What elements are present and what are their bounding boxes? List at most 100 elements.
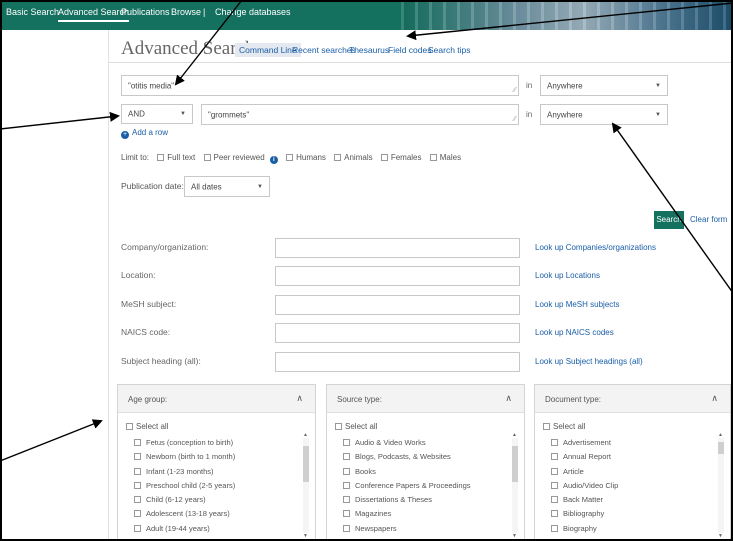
resize-handle-icon[interactable]: ⁄⁄ [514, 87, 516, 94]
tab-search-tips[interactable]: Search tips [428, 45, 471, 55]
full-text-checkbox[interactable] [157, 154, 165, 161]
item-checkbox[interactable] [551, 524, 558, 532]
select-all-document[interactable]: Select all [543, 422, 585, 431]
lookup-locations-link[interactable]: Look up Locations [535, 271, 600, 280]
scroll-down-icon[interactable]: ▼ [303, 533, 308, 539]
list-item[interactable]: Blogs, Podcasts, & Websites [343, 452, 471, 466]
scroll-thumb[interactable] [303, 446, 309, 482]
item-checkbox[interactable] [551, 439, 558, 446]
item-checkbox[interactable] [551, 467, 558, 475]
item-checkbox[interactable] [343, 467, 350, 475]
scroll-thumb[interactable] [512, 446, 518, 482]
list-item[interactable]: Infant (1-23 months) [134, 467, 235, 481]
field-select-1[interactable]: Anywhere ▼ [540, 75, 668, 96]
field-select-2[interactable]: Anywhere ▼ [540, 104, 668, 125]
naics-code-input[interactable] [275, 323, 520, 343]
item-checkbox[interactable] [551, 453, 558, 461]
item-checkbox[interactable] [134, 496, 141, 504]
list-item[interactable]: Audio & Video Works [343, 438, 471, 452]
scrollbar[interactable]: ▲ ▼ [512, 432, 518, 539]
item-checkbox[interactable] [343, 439, 350, 446]
search-term-input-2[interactable]: "grommets" ⁄⁄ [201, 104, 519, 125]
list-item[interactable]: Back Matter [551, 495, 618, 509]
nav-change-databases[interactable]: Change databases [215, 7, 291, 17]
item-checkbox[interactable] [343, 481, 350, 489]
item-checkbox[interactable] [343, 524, 350, 532]
list-item[interactable]: Fetus (conception to birth) [134, 438, 235, 452]
lookup-subject-headings-link[interactable]: Look up Subject headings (all) [535, 357, 643, 366]
item-checkbox[interactable] [551, 481, 558, 489]
list-item[interactable]: Adolescent (13-18 years) [134, 509, 235, 523]
item-checkbox[interactable] [343, 453, 350, 461]
clear-form-link[interactable]: Clear form [690, 215, 727, 224]
select-all-checkbox[interactable] [543, 423, 550, 430]
publication-date-select[interactable]: All dates ▼ [184, 176, 270, 197]
nav-advanced-search[interactable]: Advanced Search [58, 7, 130, 22]
list-item[interactable]: Dissertations & Theses [343, 495, 471, 509]
chevron-up-icon[interactable]: ∧ [711, 393, 718, 404]
males-checkbox[interactable] [429, 154, 437, 161]
item-checkbox[interactable] [134, 439, 141, 446]
company-organization-input[interactable] [275, 238, 520, 258]
humans-checkbox[interactable] [286, 154, 294, 161]
list-item[interactable]: Audio/Video Clip [551, 481, 618, 495]
scroll-up-icon[interactable]: ▲ [512, 432, 517, 438]
list-item[interactable]: Child (6-12 years) [134, 495, 235, 509]
list-item[interactable]: Biography [551, 524, 618, 538]
scroll-down-icon[interactable]: ▼ [718, 533, 723, 539]
item-checkbox[interactable] [551, 510, 558, 518]
item-checkbox[interactable] [134, 467, 141, 475]
subject-heading-input[interactable] [275, 352, 520, 372]
tab-command-line[interactable]: Command Line [235, 43, 301, 57]
tab-thesaurus[interactable]: Thesaurus [349, 45, 389, 55]
item-checkbox[interactable] [134, 524, 141, 532]
list-item[interactable]: Adult (19-44 years) [134, 524, 235, 538]
females-checkbox[interactable] [380, 154, 388, 161]
resize-handle-icon[interactable]: ⁄⁄ [514, 116, 516, 123]
item-checkbox[interactable] [343, 496, 350, 504]
list-item[interactable]: Preschool child (2-5 years) [134, 481, 235, 495]
search-button[interactable]: Search [654, 211, 684, 229]
add-row-link[interactable]: + Add a row [121, 128, 168, 139]
lookup-companies-link[interactable]: Look up Companies/organizations [535, 243, 656, 252]
list-item[interactable]: Books [343, 467, 471, 481]
boolean-operator-select[interactable]: AND ▼ [121, 104, 193, 124]
nav-basic-search[interactable]: Basic Search [6, 7, 59, 17]
item-checkbox[interactable] [343, 510, 350, 518]
chevron-up-icon[interactable]: ∧ [296, 393, 303, 404]
search-term-input-1[interactable]: "otitis media" ⁄⁄ [121, 75, 519, 96]
lookup-mesh-subjects-link[interactable]: Look up MeSH subjects [535, 300, 620, 309]
item-checkbox[interactable] [551, 496, 558, 504]
list-item[interactable]: Magazines [343, 509, 471, 523]
item-checkbox[interactable] [134, 453, 141, 461]
select-all-checkbox[interactable] [335, 423, 342, 430]
document-type-header[interactable]: Document type: ∧ [535, 385, 730, 413]
list-item[interactable]: Newspapers [343, 524, 471, 538]
tab-field-codes[interactable]: Field codes [388, 45, 431, 55]
scrollbar[interactable]: ▲ ▼ [718, 432, 724, 539]
list-item[interactable]: Advertisement [551, 438, 618, 452]
chevron-up-icon[interactable]: ∧ [505, 393, 512, 404]
list-item[interactable]: Conference Papers & Proceedings [343, 481, 471, 495]
peer-reviewed-checkbox[interactable] [203, 154, 211, 161]
nav-publications[interactable]: Publications [121, 7, 170, 17]
list-item[interactable]: Bibliography [551, 509, 618, 523]
mesh-subject-input[interactable] [275, 295, 520, 315]
item-checkbox[interactable] [134, 510, 141, 518]
select-all-age[interactable]: Select all [126, 422, 168, 431]
scrollbar[interactable]: ▲ ▼ [303, 432, 309, 539]
lookup-naics-codes-link[interactable]: Look up NAICS codes [535, 328, 614, 337]
list-item[interactable]: Newborn (birth to 1 month) [134, 452, 235, 466]
scroll-down-icon[interactable]: ▼ [512, 533, 517, 539]
list-item[interactable]: Annual Report [551, 452, 618, 466]
scroll-up-icon[interactable]: ▲ [303, 432, 308, 438]
item-checkbox[interactable] [134, 481, 141, 489]
info-icon[interactable]: i [269, 156, 278, 164]
scroll-up-icon[interactable]: ▲ [718, 432, 723, 438]
select-all-source[interactable]: Select all [335, 422, 377, 431]
location-input[interactable] [275, 266, 520, 286]
animals-checkbox[interactable] [334, 154, 342, 161]
source-type-header[interactable]: Source type: ∧ [327, 385, 524, 413]
select-all-checkbox[interactable] [126, 423, 133, 430]
nav-browse[interactable]: Browse [171, 7, 201, 17]
